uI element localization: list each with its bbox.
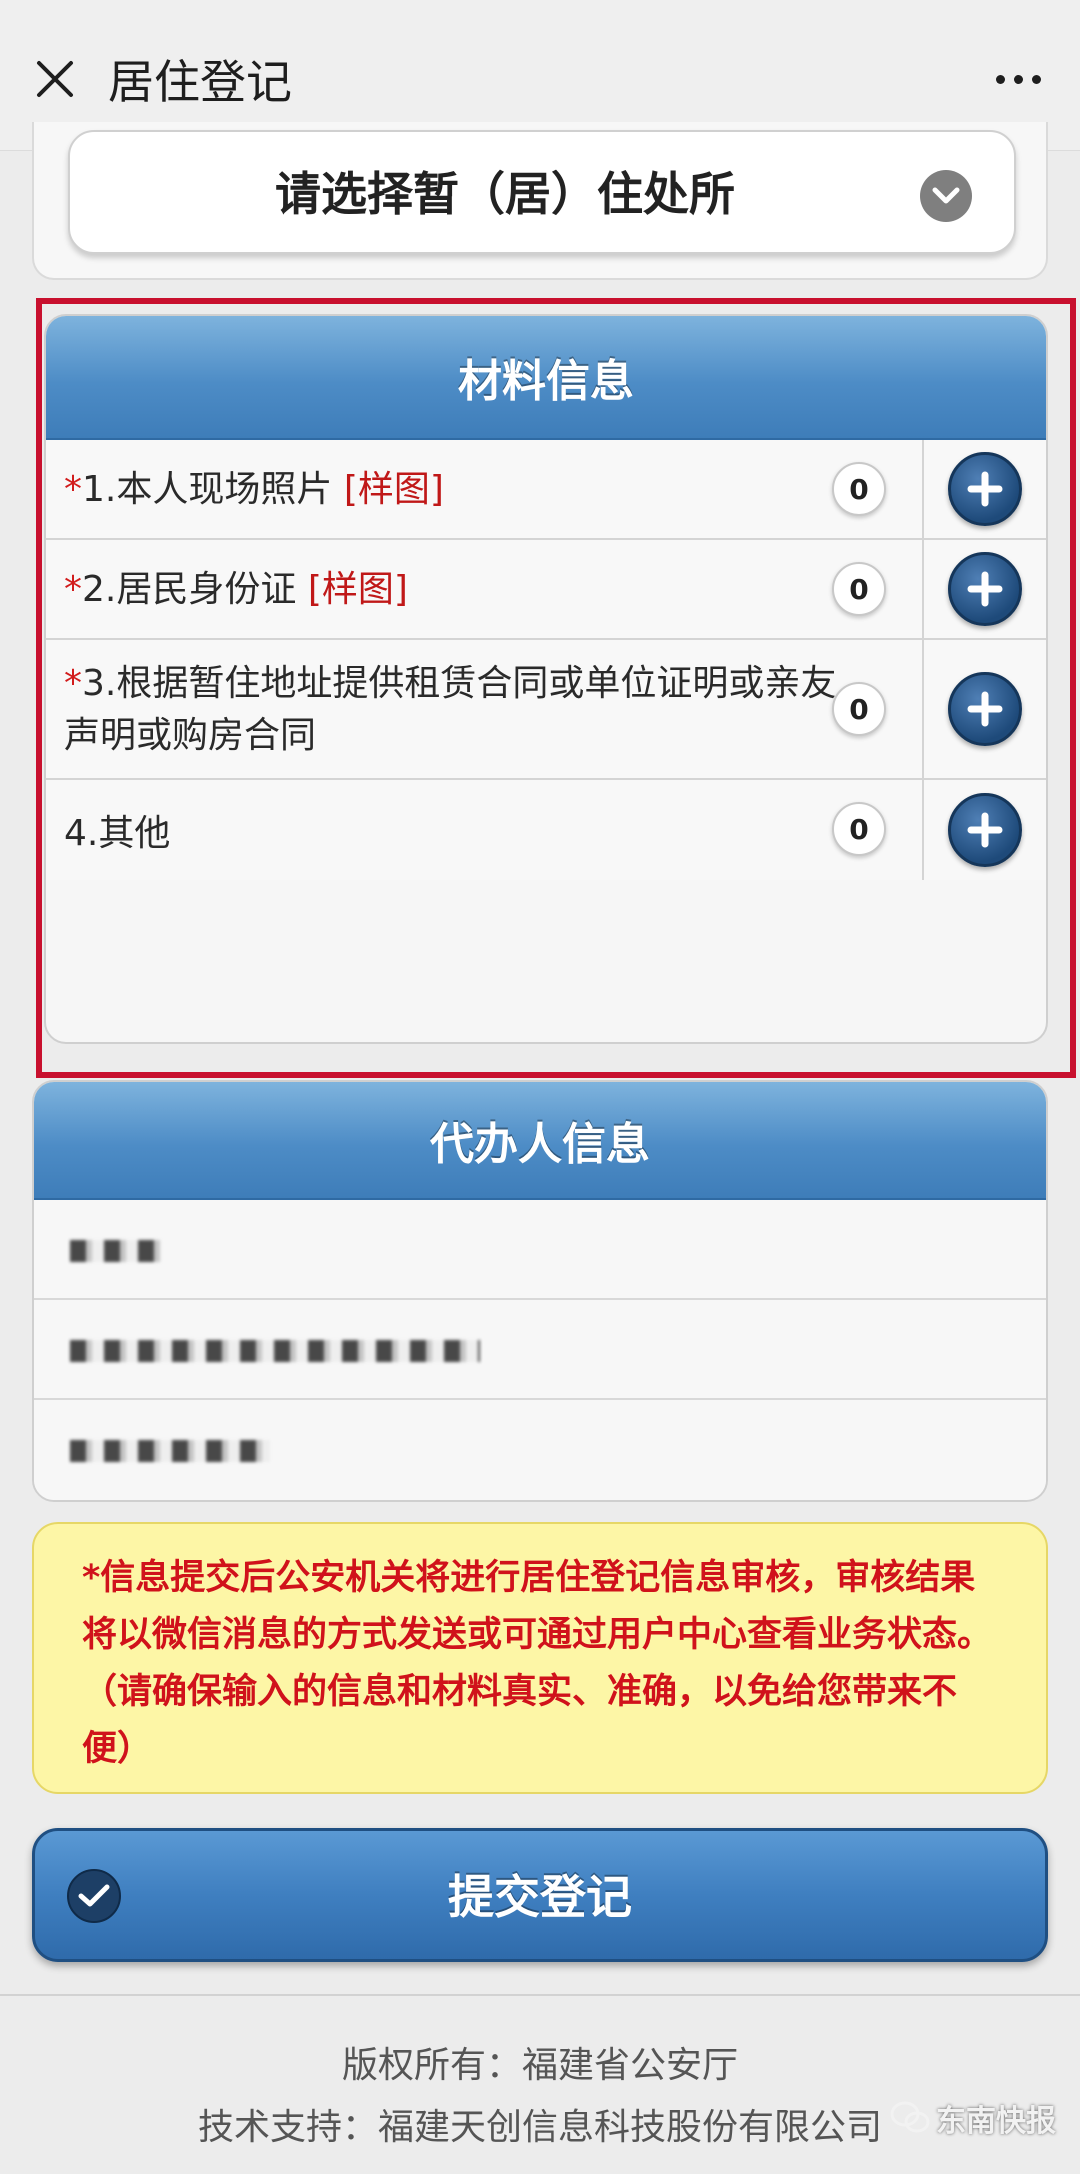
add-button[interactable] [948, 452, 1022, 526]
material-label: *3.根据暂住地址提供租赁合同或单位证明或亲友声明或购房合同 [64, 658, 846, 762]
close-icon [37, 61, 73, 97]
address-select-text: 请选择暂（居）住处所 [275, 167, 735, 221]
footer: 版权所有：福建省公安厅 技术支持：福建天创信息科技股份有限公司 [0, 1994, 1080, 2174]
more-dot-icon [1031, 74, 1041, 84]
required-mark: * [64, 569, 82, 610]
materials-card: 材料信息 *1.本人现场照片 [样图] 0 *2.居民身份证 [样图] 0 *3… [44, 314, 1048, 1044]
add-button[interactable] [948, 672, 1022, 746]
count-badge: 0 [832, 682, 886, 736]
add-residence-proof-cell[interactable] [922, 640, 1046, 778]
count-badge: 0 [832, 562, 886, 616]
chevron-down-icon [920, 170, 972, 222]
material-name: 2.居民身份证 [82, 569, 297, 610]
add-id-card-cell[interactable] [922, 540, 1046, 638]
plus-icon [967, 471, 1003, 507]
submit-label: 提交登记 [448, 1870, 632, 1924]
plus-icon [967, 812, 1003, 848]
material-name: 4.其他 [64, 813, 171, 854]
sample-link[interactable]: [样图] [344, 469, 444, 510]
material-label: *2.居民身份证 [样图] [64, 564, 846, 616]
count-badge: 0 [832, 462, 886, 516]
agent-info-card: 代办人信息 [32, 1080, 1048, 1502]
wechat-icon [890, 2101, 930, 2133]
sample-link[interactable]: [样图] [308, 569, 408, 610]
notice-box: *信息提交后公安机关将进行居住登记信息审核，审核结果将以微信消息的方式发送或可通… [32, 1522, 1048, 1794]
notice-text: *信息提交后公安机关将进行居住登记信息审核，审核结果将以微信消息的方式发送或可通… [82, 1558, 993, 1769]
submit-button[interactable]: 提交登记 [32, 1828, 1048, 1962]
add-button[interactable] [948, 552, 1022, 626]
material-row-id-card: *2.居民身份证 [样图] 0 [46, 540, 1046, 640]
more-dot-icon [995, 74, 1005, 84]
close-button[interactable] [24, 48, 86, 110]
material-name: 1.本人现场照片 [82, 469, 333, 510]
address-select-card: 请选择暂（居）住处所 [32, 122, 1048, 280]
material-row-residence-proof: *3.根据暂住地址提供租赁合同或单位证明或亲友声明或购房合同 0 [46, 640, 1046, 780]
agent-id-row [34, 1300, 1046, 1400]
count-badge: 0 [832, 802, 886, 856]
plus-icon [967, 691, 1003, 727]
materials-header: 材料信息 [46, 316, 1046, 440]
agent-header: 代办人信息 [34, 1082, 1046, 1200]
required-mark: * [64, 469, 82, 510]
add-photo-cell[interactable] [922, 440, 1046, 538]
watermark-text: 东南快报 [936, 2104, 1056, 2139]
redacted-value [70, 1240, 160, 1262]
redacted-value [70, 1340, 480, 1362]
required-mark: * [64, 663, 82, 704]
address-select[interactable]: 请选择暂（居）住处所 [68, 130, 1016, 254]
page-title: 居住登记 [108, 55, 292, 109]
redacted-value [70, 1440, 270, 1462]
plus-icon [967, 571, 1003, 607]
add-other-cell[interactable] [922, 780, 1046, 880]
more-dot-icon [1013, 74, 1023, 84]
agent-phone-row [34, 1400, 1046, 1500]
material-row-other: 4.其他 0 [46, 780, 1046, 880]
add-button[interactable] [948, 793, 1022, 867]
agent-title: 代办人信息 [430, 1119, 650, 1170]
watermark: 东南快报 [890, 2096, 1056, 2140]
copyright-text: 版权所有：福建省公安厅 [341, 2045, 738, 2086]
more-options-button[interactable] [978, 48, 1058, 110]
materials-title: 材料信息 [458, 356, 634, 407]
material-label: 4.其他 [64, 808, 846, 860]
material-name: 3.根据暂住地址提供租赁合同或单位证明或亲友声明或购房合同 [64, 663, 837, 756]
agent-name-row [34, 1200, 1046, 1300]
material-label: *1.本人现场照片 [样图] [64, 464, 846, 516]
material-row-photo: *1.本人现场照片 [样图] 0 [46, 440, 1046, 540]
